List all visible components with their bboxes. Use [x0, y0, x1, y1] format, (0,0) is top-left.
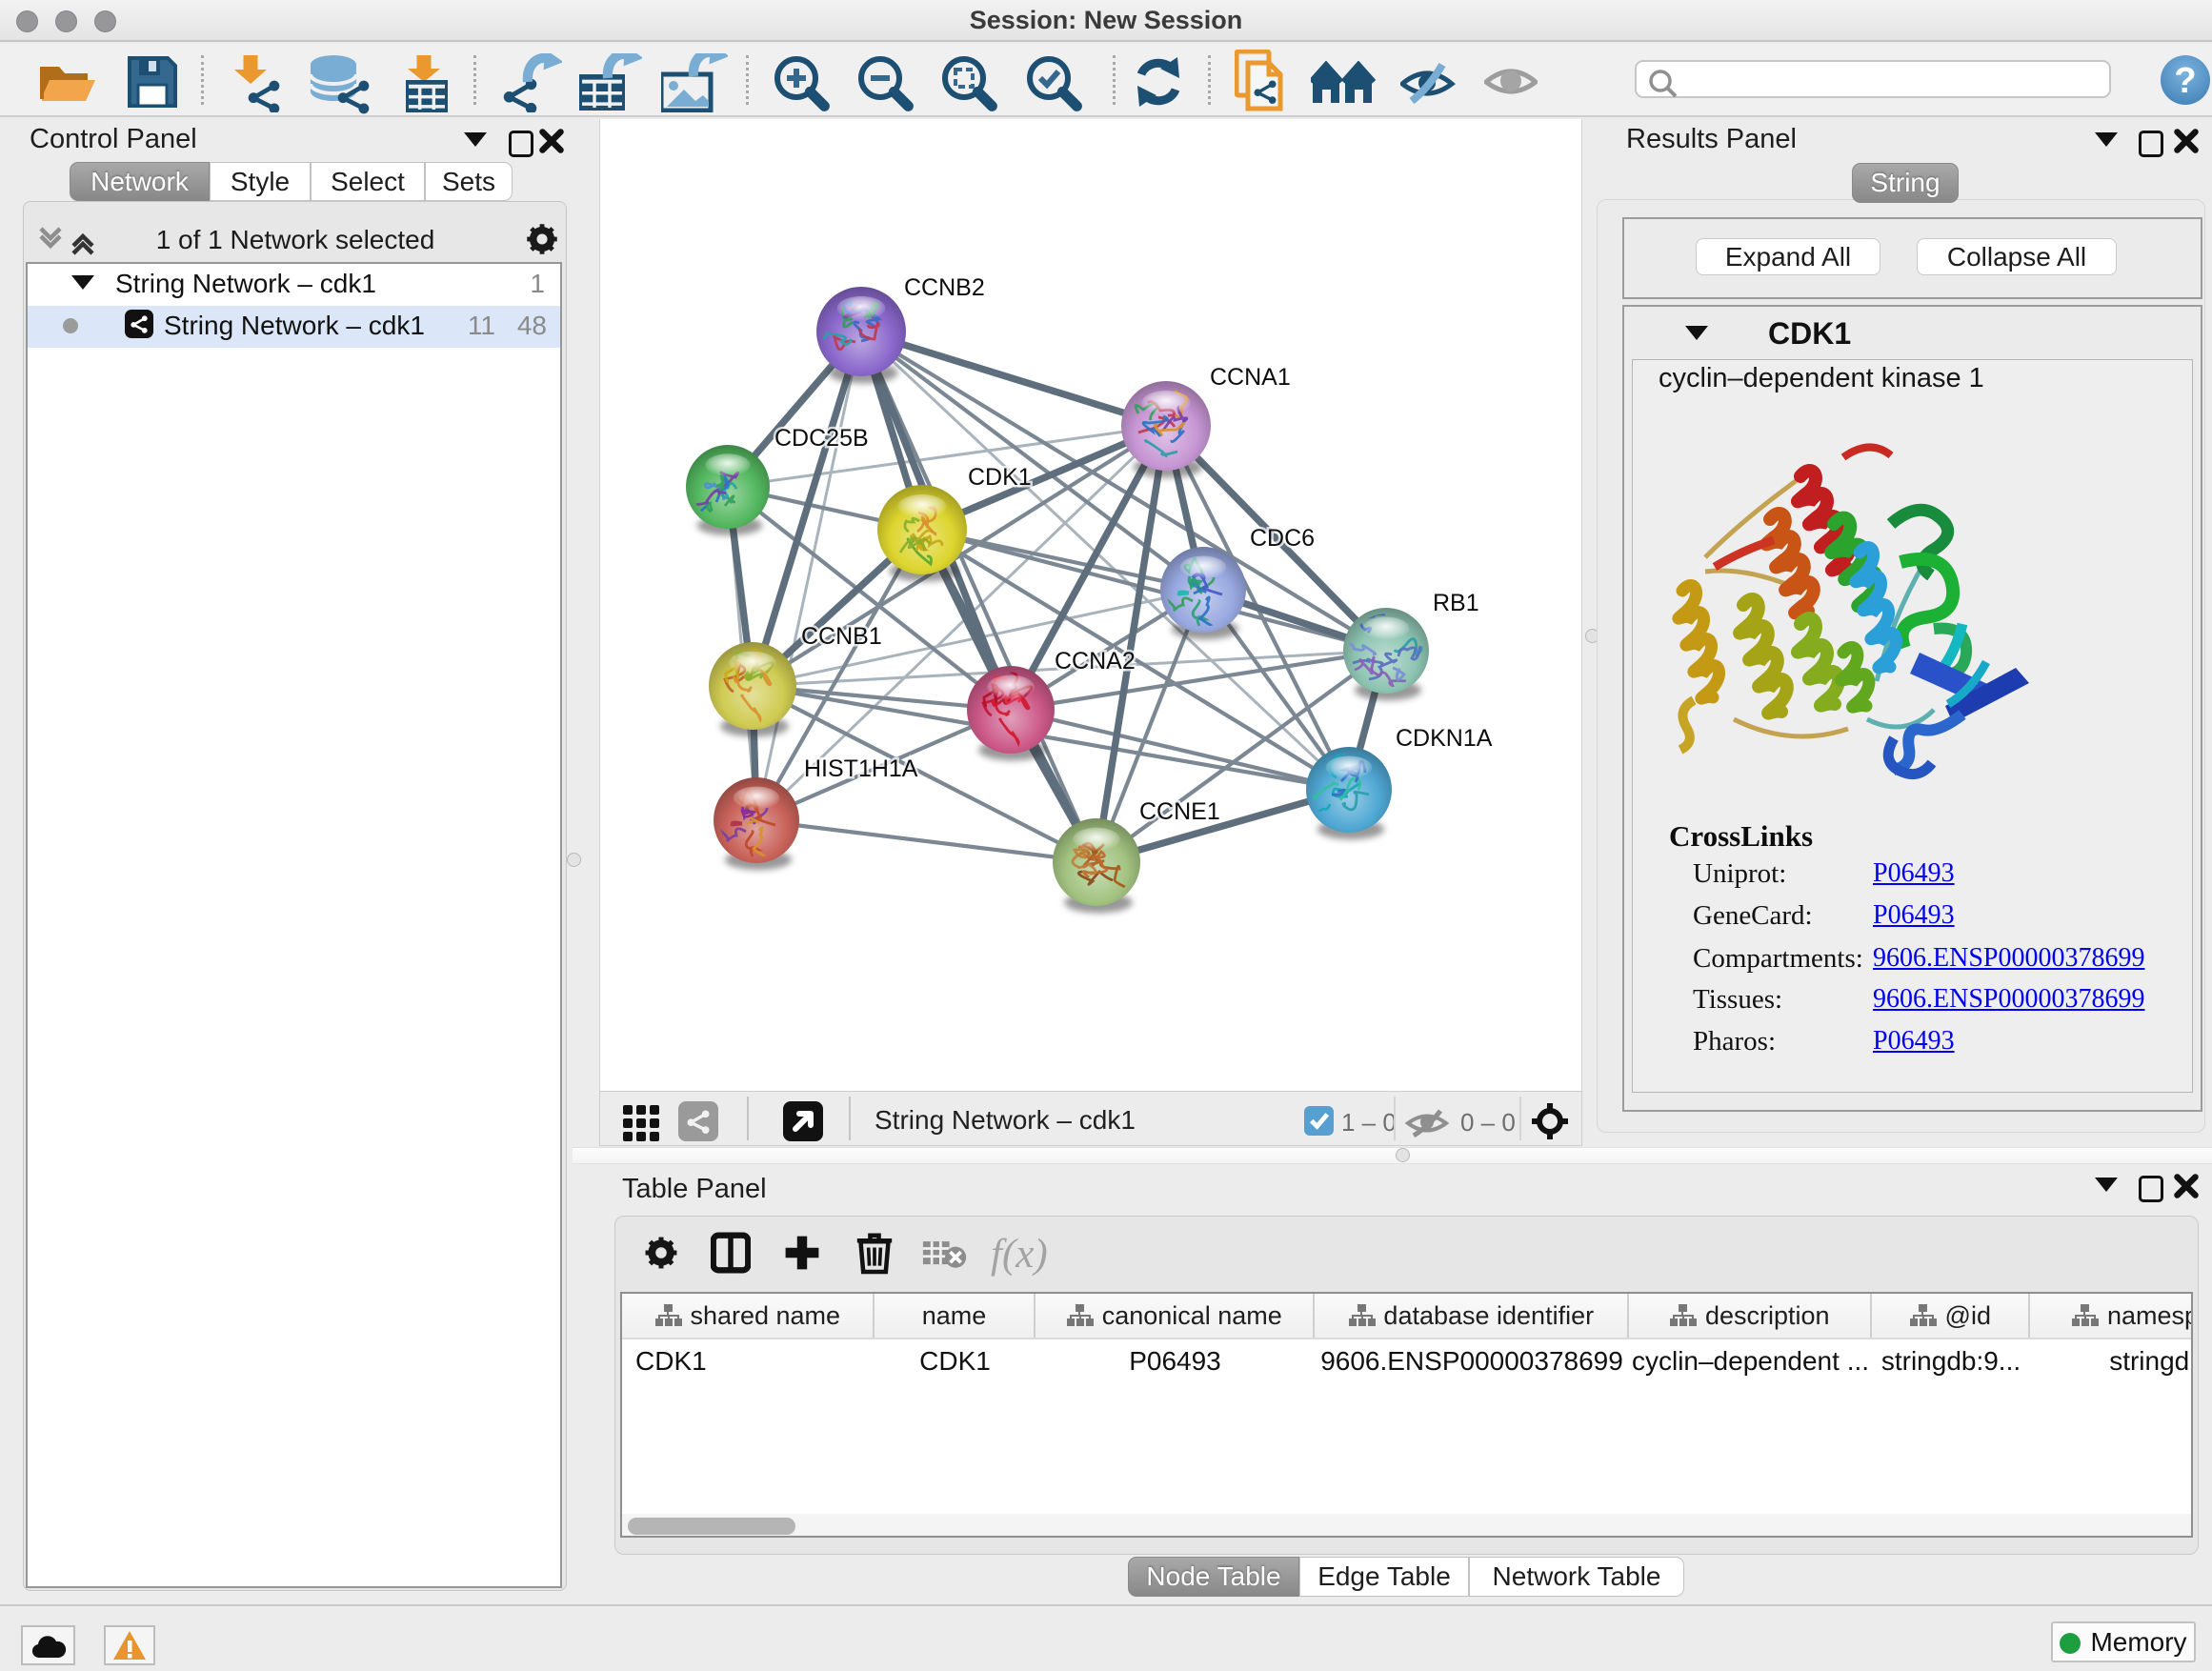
svg-text:CCNB1: CCNB1	[801, 623, 882, 650]
svg-text:CDKN1A: CDKN1A	[1396, 725, 1493, 752]
svg-text:CCNA2: CCNA2	[1055, 648, 1136, 674]
svg-text:CDC6: CDC6	[1250, 525, 1315, 552]
svg-text:CCNE1: CCNE1	[1139, 798, 1220, 825]
svg-text:RB1: RB1	[1433, 590, 1479, 616]
svg-text:CCNA1: CCNA1	[1210, 364, 1291, 391]
svg-text:HIST1H1A: HIST1H1A	[804, 755, 918, 782]
svg-text:CDK1: CDK1	[968, 464, 1032, 491]
svg-text:CCNB2: CCNB2	[904, 274, 985, 301]
svg-text:CDC25B: CDC25B	[774, 425, 869, 452]
svg-text:?: ?	[2174, 61, 2196, 101]
